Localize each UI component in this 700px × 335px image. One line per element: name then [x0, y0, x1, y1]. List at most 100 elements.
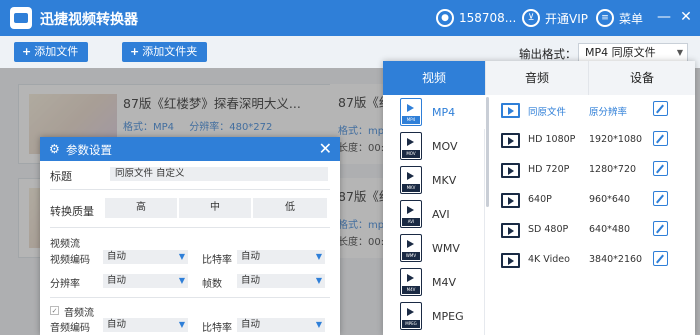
- edit-icon[interactable]: [653, 131, 668, 146]
- preset-item[interactable]: HD 1080P 1920*1080: [491, 125, 695, 155]
- format-panel: 视频 音频 设备 MP4 MP4 MOV MOV MKV MKV AVI AVI…: [383, 61, 695, 335]
- avi-file-icon: AVI: [400, 200, 422, 228]
- film-icon: [501, 133, 520, 148]
- quality-low-button[interactable]: 低: [253, 198, 328, 218]
- edit-icon[interactable]: [653, 161, 668, 176]
- gear-icon: ⚙: [49, 142, 60, 156]
- format-icon-text: MP4: [402, 116, 420, 124]
- bitrate-value: 自动: [241, 251, 261, 262]
- quality-high-button[interactable]: 高: [105, 198, 178, 218]
- format-name: MKV: [432, 174, 457, 187]
- title-bar: 迅捷视频转换器 ● 158708... ⊻ 开通VIP ≡ 菜单 — ✕: [0, 0, 700, 36]
- chevron-down-icon: ▼: [676, 48, 683, 57]
- edit-icon[interactable]: [653, 251, 668, 266]
- preset-resolution: 1920*1080: [589, 134, 643, 145]
- title-input[interactable]: 同原文件 自定义: [110, 167, 328, 181]
- format-item-mov[interactable]: MOV MOV: [383, 129, 485, 163]
- minimize-button[interactable]: —: [655, 8, 673, 26]
- resolution-label: 分辨率: [50, 279, 80, 290]
- format-name: AVI: [432, 208, 450, 221]
- film-icon: [501, 163, 520, 178]
- bitrate-select[interactable]: 自动 ▼: [237, 250, 325, 264]
- format-item-wmv[interactable]: WMV WMV: [383, 231, 485, 265]
- vip-button[interactable]: ⊻ 开通VIP: [522, 8, 588, 28]
- divider: [50, 297, 330, 298]
- audio-stream-heading: 音频流: [64, 308, 94, 319]
- dialog-header: ⚙ 参数设置 ✕: [40, 137, 340, 161]
- audio-codec-select[interactable]: 自动 ▼: [103, 318, 188, 332]
- plus-icon: +: [130, 45, 140, 58]
- format-item-m4v[interactable]: M4V M4V: [383, 265, 485, 299]
- video-codec-label: 视频编码: [50, 255, 90, 266]
- resolution-value: 自动: [107, 275, 127, 286]
- edit-icon[interactable]: [653, 101, 668, 116]
- audio-codec-label: 音频编码: [50, 323, 90, 334]
- tab-device[interactable]: 设备: [588, 61, 695, 95]
- plus-icon: +: [22, 45, 32, 58]
- tab-video[interactable]: 视频: [383, 61, 485, 95]
- format-name: MPEG: [432, 310, 464, 323]
- format-name: M4V: [432, 276, 457, 289]
- format-item-mpeg[interactable]: MPEG MPEG: [383, 299, 485, 333]
- title-label: 标题: [50, 170, 72, 183]
- film-icon: [501, 193, 520, 208]
- divider: [50, 227, 330, 228]
- edit-icon[interactable]: [653, 221, 668, 236]
- preset-resolution: 原分辨率: [589, 107, 628, 118]
- format-item-mkv[interactable]: MKV MKV: [383, 163, 485, 197]
- chevron-down-icon: ▼: [315, 276, 322, 285]
- preset-item[interactable]: 4K Video 3840*2160: [491, 245, 695, 275]
- close-dialog-button[interactable]: ✕: [319, 139, 332, 158]
- format-name: MP4: [432, 106, 456, 119]
- video-codec-select[interactable]: 自动 ▼: [103, 250, 188, 264]
- preset-name: HD 720P: [528, 164, 570, 175]
- chevron-down-icon: ▼: [178, 276, 185, 285]
- format-list-scrollbar[interactable]: [486, 97, 489, 207]
- audio-bitrate-select[interactable]: 自动 ▼: [237, 318, 325, 332]
- preset-resolution: 1280*720: [589, 164, 637, 175]
- video-codec-value: 自动: [107, 251, 127, 262]
- user-account[interactable]: ● 158708...: [436, 8, 516, 28]
- preset-name: 640P: [528, 194, 552, 205]
- preset-name: 同原文件: [528, 107, 567, 118]
- preset-resolution: 960*640: [589, 194, 631, 205]
- preset-name: HD 1080P: [528, 134, 576, 145]
- output-format-value: MP4 同原文件: [585, 46, 656, 59]
- format-icon-text: MOV: [402, 150, 420, 158]
- format-icon-text: WMV: [402, 252, 420, 260]
- edit-icon[interactable]: [653, 191, 668, 206]
- audio-bitrate-value: 自动: [241, 319, 261, 330]
- format-icon-text: MPEG: [402, 320, 420, 328]
- film-icon: [501, 253, 520, 268]
- tab-audio[interactable]: 音频: [485, 61, 588, 95]
- preset-item[interactable]: 同原文件 原分辨率: [491, 95, 695, 125]
- format-icon-text: MKV: [402, 184, 420, 192]
- audio-stream-checkbox[interactable]: ✓: [50, 306, 59, 315]
- preset-item[interactable]: HD 720P 1280*720: [491, 155, 695, 185]
- format-item-mp4[interactable]: MP4 MP4: [383, 95, 485, 129]
- dialog-title: 参数设置: [66, 143, 112, 157]
- output-format-select[interactable]: MP4 同原文件 ▼: [578, 43, 688, 62]
- preset-item[interactable]: 640P 960*640: [491, 185, 695, 215]
- fps-select[interactable]: 自动 ▼: [237, 274, 325, 288]
- preset-item[interactable]: SD 480P 640*480: [491, 215, 695, 245]
- add-folder-button[interactable]: + 添加文件夹: [122, 42, 208, 62]
- add-file-label: 添加文件: [34, 45, 79, 58]
- film-icon: [501, 103, 520, 118]
- format-item-avi[interactable]: AVI AVI: [383, 197, 485, 231]
- preset-name: SD 480P: [528, 224, 569, 235]
- quality-mid-button[interactable]: 中: [179, 198, 252, 218]
- add-file-button[interactable]: + 添加文件: [14, 42, 89, 62]
- close-window-button[interactable]: ✕: [677, 8, 695, 26]
- app-title: 迅捷视频转换器: [40, 12, 138, 28]
- resolution-select[interactable]: 自动 ▼: [103, 274, 188, 288]
- format-list: MP4 MP4 MOV MOV MKV MKV AVI AVI WMV WMV …: [383, 95, 485, 335]
- format-icon-text: M4V: [402, 286, 420, 294]
- app-logo-icon: [10, 7, 32, 29]
- menu-button[interactable]: ≡ 菜单: [596, 8, 643, 28]
- bitrate-label: 比特率: [202, 255, 232, 266]
- quality-label: 转换质量: [50, 205, 94, 218]
- audio-codec-value: 自动: [107, 319, 127, 330]
- chevron-down-icon: ▼: [178, 320, 185, 329]
- mp4-file-icon: MP4: [400, 98, 422, 126]
